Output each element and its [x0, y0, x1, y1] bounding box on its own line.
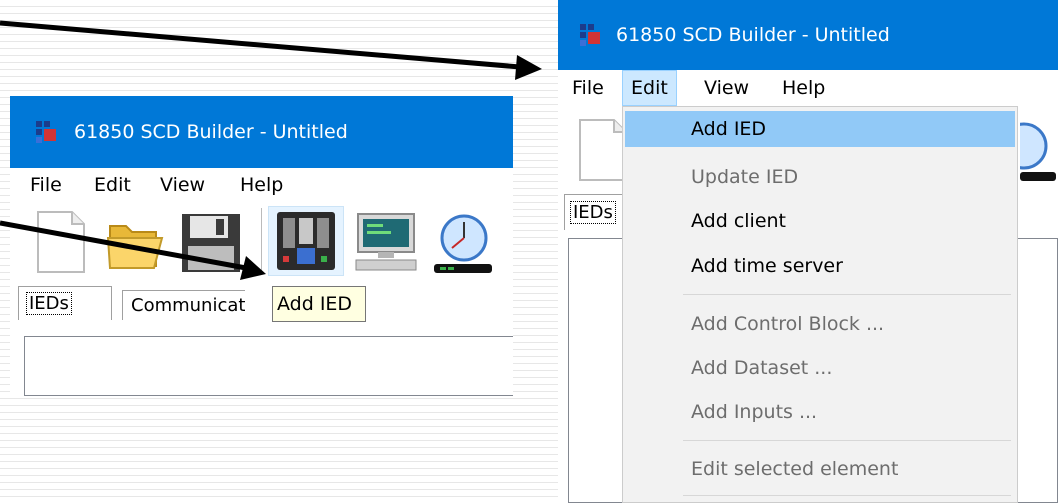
menu-item-add-ied[interactable]: Add IED — [625, 111, 1015, 147]
edit-menu-dropdown: Add IED Update IED Add client Add time s… — [622, 106, 1018, 503]
tab-ieds[interactable]: IEDs — [564, 194, 624, 230]
new-file-icon[interactable] — [578, 118, 628, 186]
window-title: 61850 SCD Builder - Untitled — [74, 121, 348, 143]
menu-help[interactable]: Help — [774, 70, 833, 106]
arrow-head-edit-menu — [515, 55, 542, 80]
arrow-to-edit-menu — [0, 20, 521, 70]
menu-item-add-dataset[interactable]: Add Dataset ... — [625, 350, 1015, 386]
menu-edit[interactable]: Edit — [86, 168, 139, 202]
app-logo-icon — [580, 24, 600, 46]
menu-edit[interactable]: Edit — [622, 70, 677, 106]
save-disk-icon[interactable] — [180, 212, 242, 278]
new-file-icon[interactable] — [36, 210, 86, 278]
tab-communication[interactable]: Communicat — [122, 290, 246, 320]
menu-view[interactable]: View — [152, 168, 213, 202]
left-toolbar — [10, 202, 513, 280]
left-menu-bar: File Edit View Help — [10, 168, 513, 202]
add-ied-tooltip: Add IED — [272, 286, 366, 322]
left-title-bar: 61850 SCD Builder - Untitled — [10, 96, 513, 168]
toolbar-separator — [261, 208, 262, 274]
menu-item-add-inputs[interactable]: Add Inputs ... — [625, 394, 1015, 430]
client-computer-icon[interactable] — [352, 212, 420, 278]
left-tab-strip: IEDs Communicat — [10, 280, 513, 320]
tab-ieds[interactable]: IEDs — [18, 286, 112, 320]
menu-file[interactable]: File — [564, 70, 612, 106]
right-app-window: 61850 SCD Builder - Untitled File Edit V… — [558, 0, 1058, 503]
menu-separator — [683, 440, 1011, 441]
menu-item-edit-selected-element[interactable]: Edit selected element — [625, 451, 1015, 487]
app-logo-icon — [36, 121, 56, 143]
menu-file[interactable]: File — [22, 168, 70, 202]
right-title-bar: 61850 SCD Builder - Untitled — [558, 0, 1058, 70]
menu-item-update-ied[interactable]: Update IED — [625, 159, 1015, 195]
menu-item-add-time-server[interactable]: Add time server — [625, 248, 1015, 284]
menu-view[interactable]: View — [696, 70, 757, 106]
menu-help[interactable]: Help — [232, 168, 291, 202]
window-title: 61850 SCD Builder - Untitled — [616, 24, 890, 46]
open-folder-icon[interactable] — [106, 216, 164, 276]
menu-separator — [683, 294, 1011, 295]
ied-device-icon[interactable] — [268, 206, 344, 276]
time-server-icon[interactable] — [434, 212, 498, 280]
time-server-icon[interactable] — [1000, 122, 1058, 186]
menu-separator — [683, 495, 1011, 496]
right-menu-bar: File Edit View Help — [558, 70, 1058, 106]
left-content-pane — [24, 336, 513, 396]
left-app-window: 61850 SCD Builder - Untitled File Edit V… — [10, 96, 513, 396]
menu-item-add-client[interactable]: Add client — [625, 203, 1015, 239]
menu-item-add-control-block[interactable]: Add Control Block ... — [625, 306, 1015, 342]
